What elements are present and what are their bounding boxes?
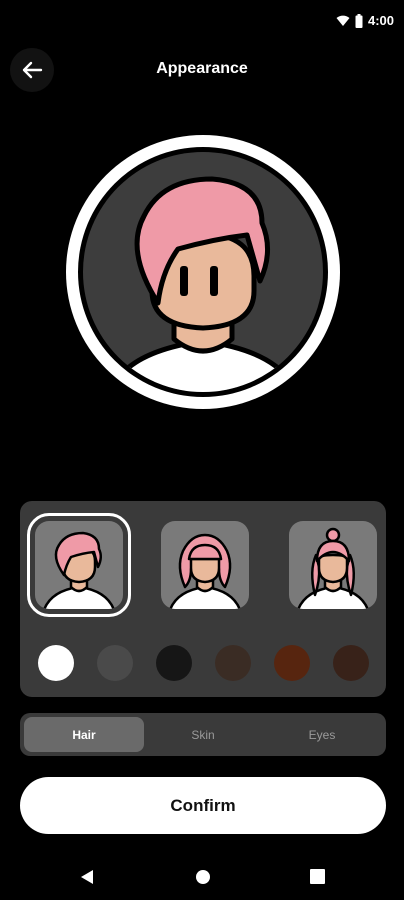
color-swatch-4[interactable] (215, 645, 251, 681)
confirm-button-label: Confirm (170, 795, 236, 815)
hair-style-option-1[interactable] (27, 513, 131, 617)
tab-eyes-label: Eyes (308, 727, 336, 742)
avatar-preview (62, 131, 344, 413)
hair-style-1-thumbnail (43, 531, 115, 609)
nav-back-icon[interactable] (79, 869, 95, 885)
tab-skin[interactable]: Skin (143, 717, 263, 752)
hair-style-panel (20, 501, 386, 697)
color-swatch-1[interactable] (38, 645, 74, 681)
tab-hair[interactable]: Hair (24, 717, 144, 752)
confirm-button[interactable]: Confirm (20, 777, 386, 834)
system-nav-bar (0, 852, 404, 900)
battery-icon (355, 13, 363, 28)
nav-recents-icon[interactable] (310, 869, 325, 884)
wifi-icon (336, 15, 350, 26)
color-swatch-6[interactable] (333, 645, 369, 681)
nav-home-icon[interactable] (195, 869, 211, 885)
hair-style-2-thumbnail (169, 533, 241, 609)
status-bar: 4:00 (0, 0, 404, 44)
status-time: 4:00 (367, 13, 394, 28)
avatar-illustration (66, 135, 340, 409)
color-swatch-2[interactable] (97, 645, 133, 681)
color-swatch-5[interactable] (274, 645, 310, 681)
hair-style-3-thumbnail (297, 527, 369, 609)
tab-hair-label: Hair (72, 727, 96, 742)
hair-style-option-3[interactable] (289, 521, 377, 609)
hair-style-option-2[interactable] (161, 521, 249, 609)
color-swatch-3[interactable] (156, 645, 192, 681)
tab-eyes[interactable]: Eyes (262, 717, 382, 752)
page-title: Appearance (156, 60, 248, 77)
status-icons: 4:00 (336, 13, 394, 28)
tab-skin-label: Skin (191, 727, 215, 742)
category-tabs: Hair Skin Eyes (20, 713, 386, 756)
